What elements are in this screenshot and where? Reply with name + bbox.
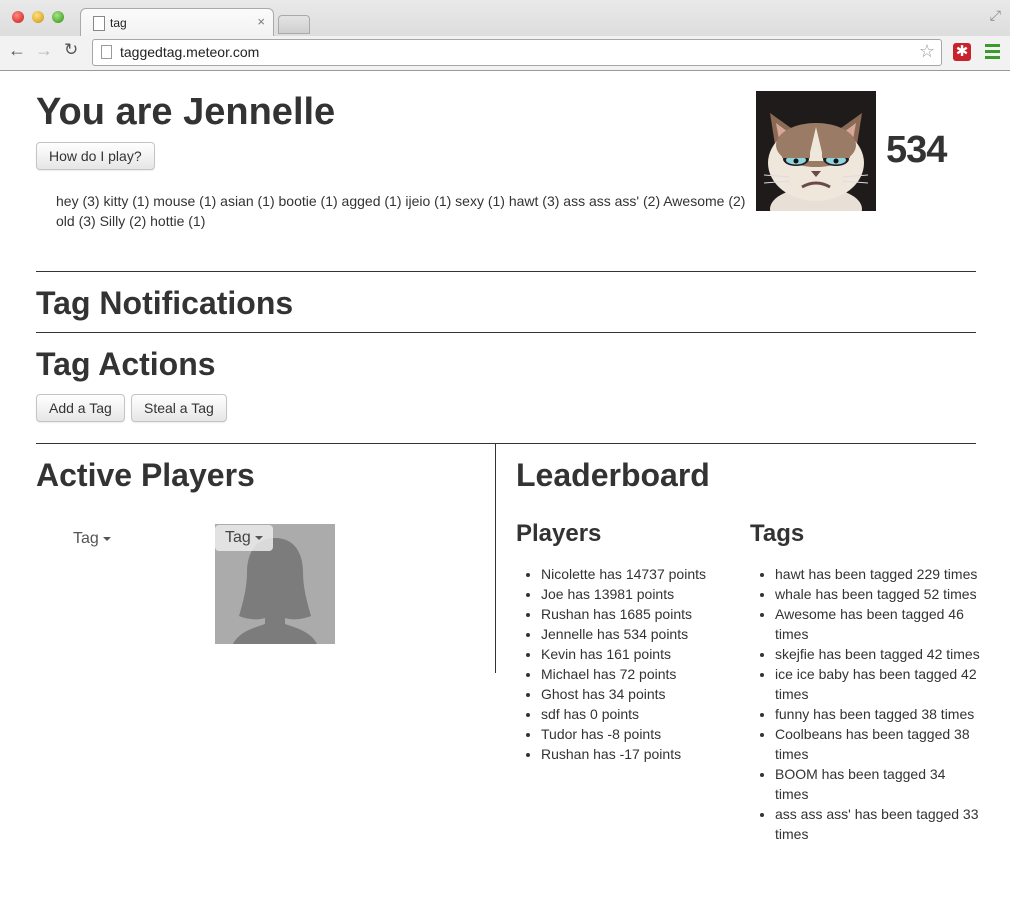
new-tab-button[interactable] bbox=[278, 15, 310, 34]
tab-title: tag bbox=[110, 16, 127, 30]
list-item: skejfie has been tagged 42 times bbox=[775, 644, 980, 664]
caret-down-icon bbox=[102, 536, 111, 541]
players-list: Nicolette has 14737 pointsJoe has 13981 … bbox=[517, 564, 741, 764]
close-window-button[interactable] bbox=[12, 11, 24, 23]
tag-dropdown-1[interactable]: Tag bbox=[73, 530, 111, 548]
list-item: ice ice baby has been tagged 42 times bbox=[775, 664, 980, 704]
browser-toolbar: ← → ↻ taggedtag.meteor.com ☆ bbox=[0, 36, 1010, 70]
zoom-window-button[interactable] bbox=[52, 11, 64, 23]
browser-chrome: tag × ⤢ ← → ↻ taggedtag.meteor.com ☆ ✱ bbox=[0, 0, 1010, 71]
divider bbox=[36, 332, 976, 333]
tags-title: Tags bbox=[750, 520, 805, 547]
list-item: Michael has 72 points bbox=[541, 664, 741, 684]
grumpy-cat-icon bbox=[756, 91, 876, 211]
extension-icon[interactable]: ✱ bbox=[953, 43, 971, 61]
players-title: Players bbox=[516, 520, 602, 547]
address-url[interactable]: taggedtag.meteor.com bbox=[120, 44, 259, 60]
back-arrow-icon[interactable]: ← bbox=[8, 40, 26, 61]
list-item: Awesome has been tagged 46 times bbox=[775, 604, 980, 644]
list-item: BOOM has been tagged 34 times bbox=[775, 764, 980, 804]
forward-arrow-icon[interactable]: → bbox=[35, 40, 53, 61]
leaderboard-title: Leaderboard bbox=[516, 457, 710, 493]
fullscreen-icon[interactable]: ⤢ bbox=[990, 7, 1001, 24]
page-title: You are Jennelle bbox=[36, 91, 336, 133]
tag-dropdown-label: Tag bbox=[225, 529, 251, 546]
page-icon bbox=[101, 45, 112, 59]
reload-icon[interactable]: ↻ bbox=[64, 40, 78, 60]
browser-tab[interactable]: tag × bbox=[80, 8, 274, 37]
minimize-window-button[interactable] bbox=[32, 11, 44, 23]
list-item: hawt has been tagged 229 times bbox=[775, 564, 980, 584]
how-to-play-button[interactable]: How do I play? bbox=[36, 142, 155, 170]
divider bbox=[36, 271, 976, 272]
actions-title: Tag Actions bbox=[36, 346, 216, 382]
page-icon bbox=[93, 16, 105, 31]
notifications-title: Tag Notifications bbox=[36, 285, 294, 321]
list-item: Tudor has -8 points bbox=[541, 724, 741, 744]
list-item: funny has been tagged 38 times bbox=[775, 704, 980, 724]
grumpy-cat-avatar bbox=[756, 91, 876, 211]
list-item: Rushan has -17 points bbox=[541, 744, 741, 764]
tag-dropdown-2[interactable]: Tag bbox=[215, 525, 273, 551]
list-item: Joe has 13981 points bbox=[541, 584, 741, 604]
list-item: Kevin has 161 points bbox=[541, 644, 741, 664]
list-item: sdf has 0 points bbox=[541, 704, 741, 724]
tags-list: hawt has been tagged 229 timeswhale has … bbox=[751, 564, 980, 844]
active-players-title: Active Players bbox=[36, 457, 255, 493]
divider bbox=[36, 443, 976, 444]
address-bar[interactable]: taggedtag.meteor.com ☆ bbox=[92, 39, 942, 66]
add-tag-button[interactable]: Add a Tag bbox=[36, 394, 125, 422]
menu-icon[interactable] bbox=[985, 44, 1000, 60]
list-item: Coolbeans has been tagged 38 times bbox=[775, 724, 980, 764]
list-item: Jennelle has 534 points bbox=[541, 624, 741, 644]
score-value: 534 bbox=[886, 129, 947, 171]
list-item: Rushan has 1685 points bbox=[541, 604, 741, 624]
column-divider bbox=[495, 443, 496, 673]
list-item: Nicolette has 14737 points bbox=[541, 564, 741, 584]
my-tags-list: hey (3) kitty (1) mouse (1) asian (1) bo… bbox=[56, 193, 746, 229]
tab-close-icon[interactable]: × bbox=[257, 14, 265, 29]
tag-dropdown-label: Tag bbox=[73, 530, 99, 547]
steal-tag-button[interactable]: Steal a Tag bbox=[131, 394, 227, 422]
bookmark-star-icon[interactable]: ☆ bbox=[919, 41, 935, 62]
caret-down-icon bbox=[254, 535, 263, 540]
list-item: whale has been tagged 52 times bbox=[775, 584, 980, 604]
list-item: Ghost has 34 points bbox=[541, 684, 741, 704]
list-item: ass ass ass' has been tagged 33 times bbox=[775, 804, 980, 844]
page-content: You are Jennelle How do I play? hey (3) … bbox=[0, 71, 1010, 915]
